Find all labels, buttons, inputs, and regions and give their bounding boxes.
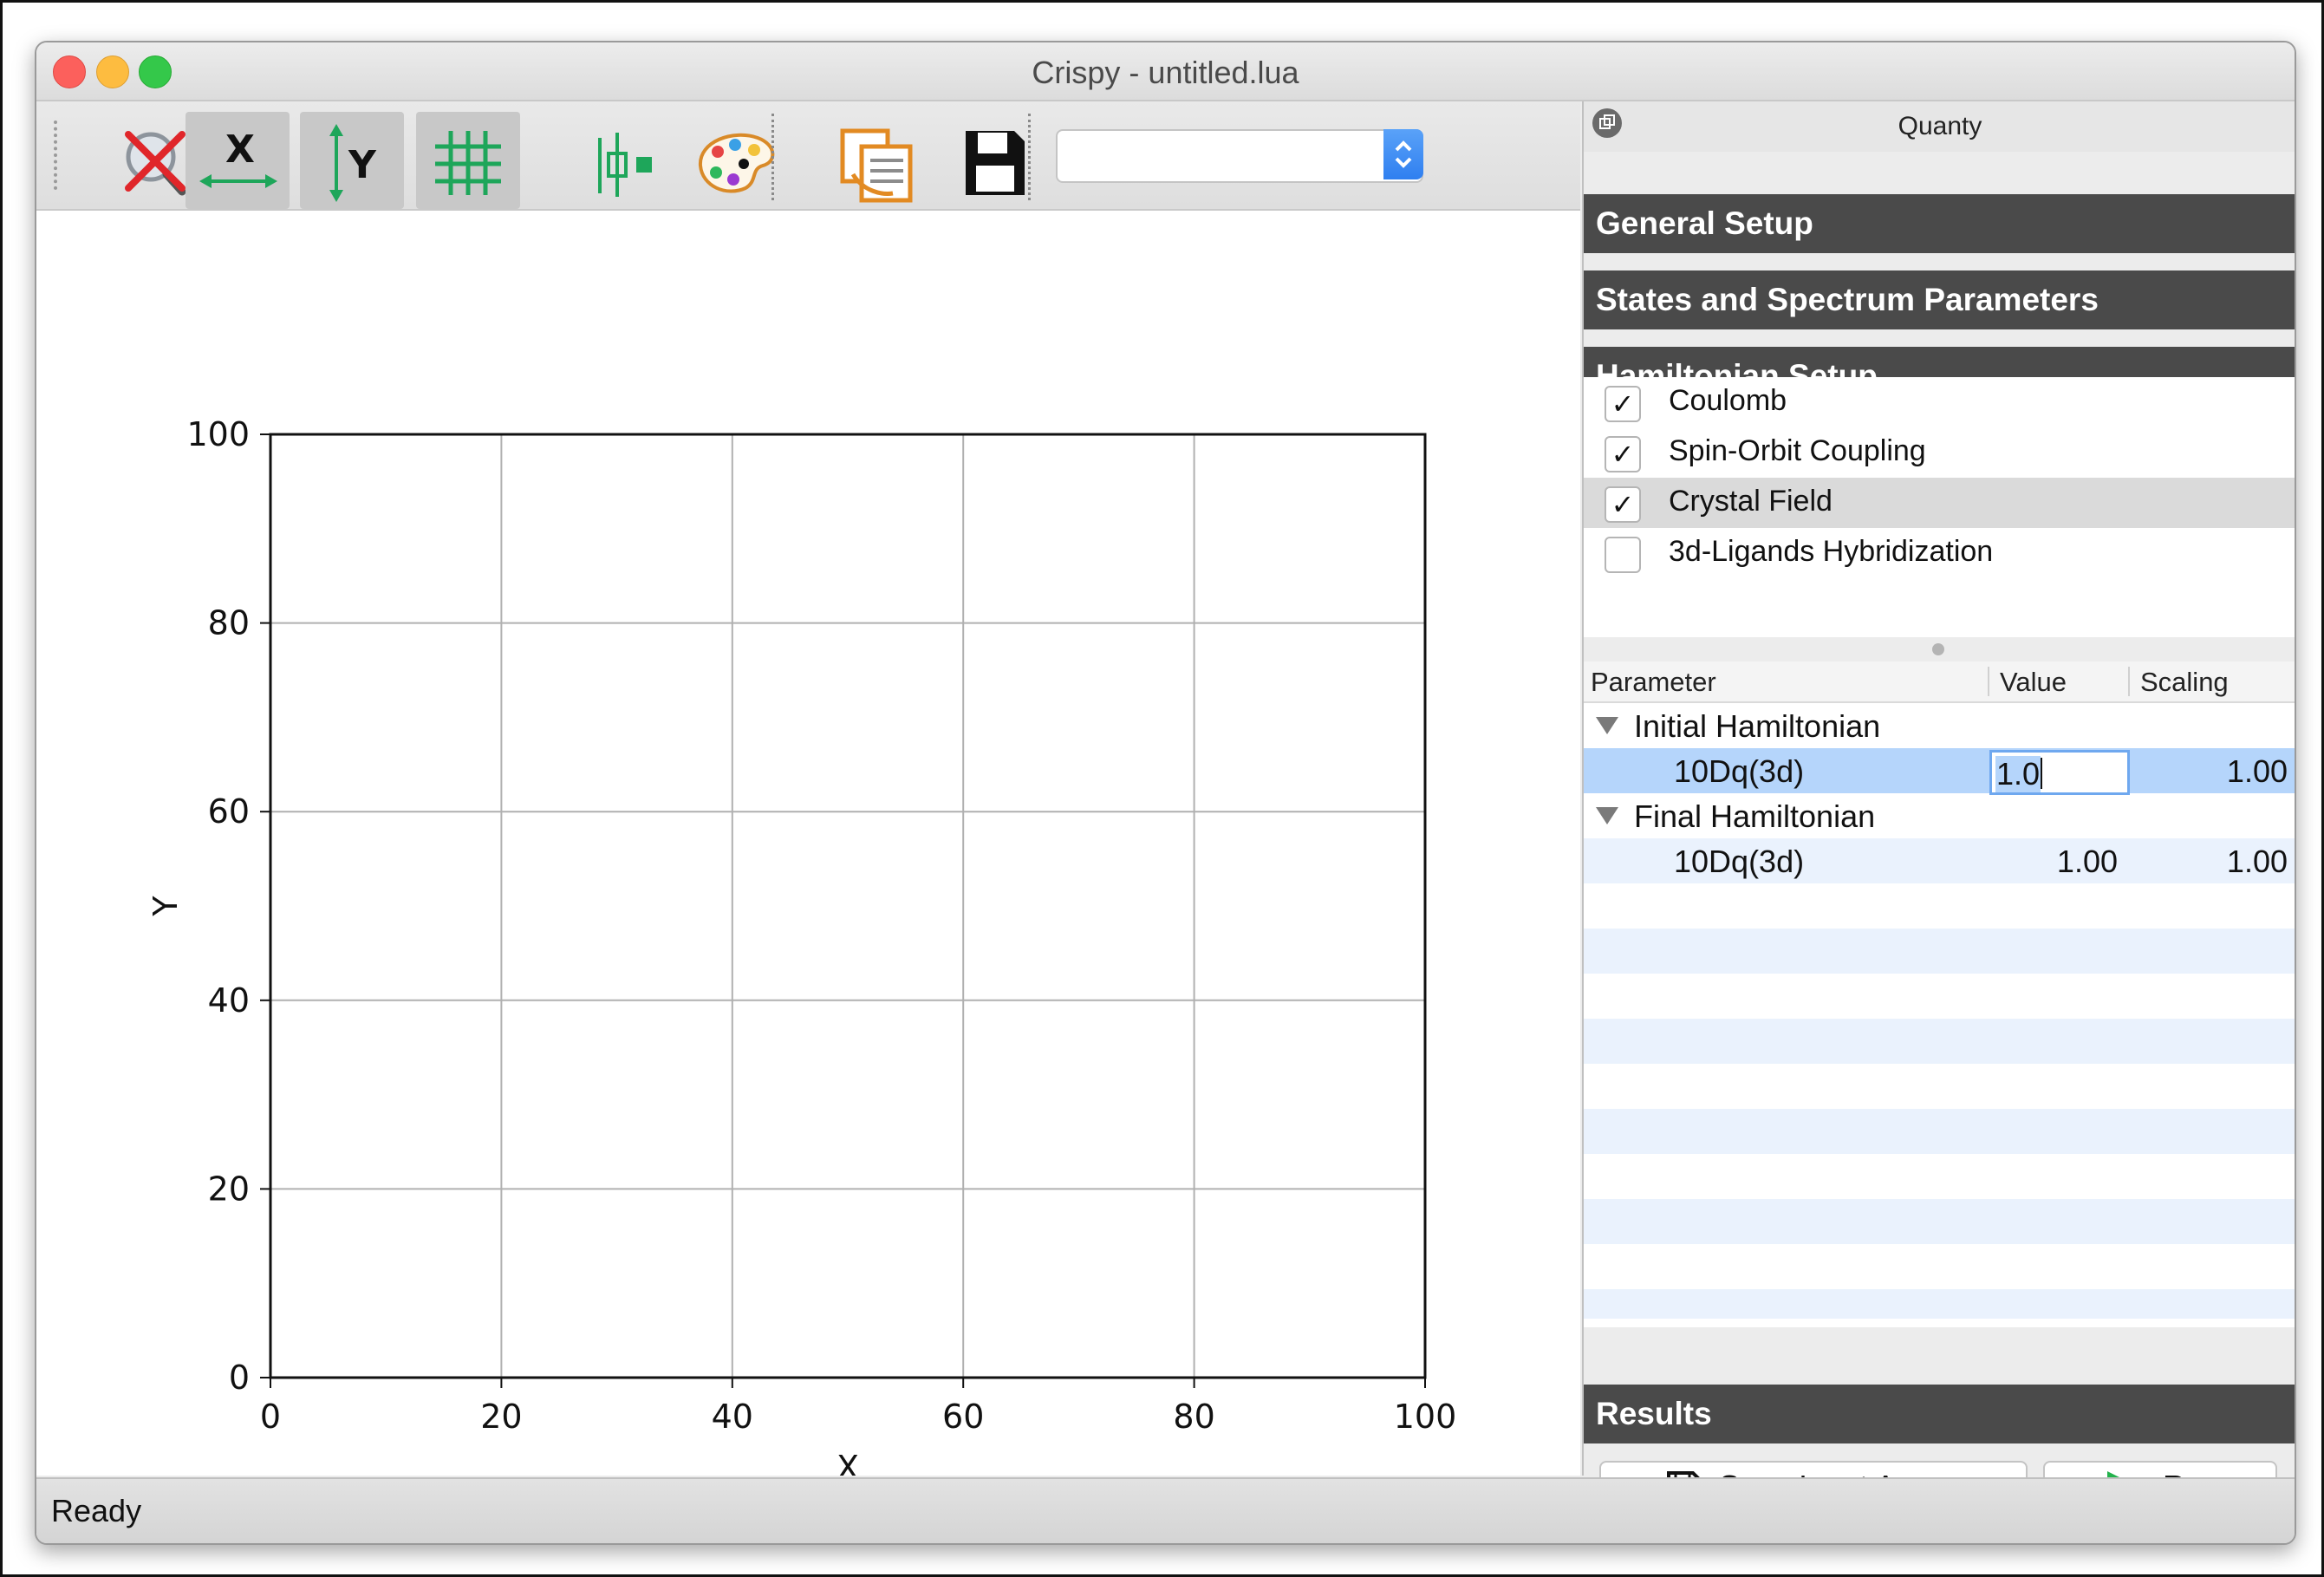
- plot-toolbar: X Y: [36, 101, 1580, 211]
- tree-header: Parameter Value Scaling: [1584, 661, 2295, 703]
- term-label: Spin-Orbit Coupling: [1669, 434, 1926, 467]
- x-tick-label: 100: [1394, 1398, 1457, 1436]
- empty-row: [1584, 1199, 2295, 1244]
- param-scaling[interactable]: 1.00: [2227, 844, 2288, 880]
- y-tick-label: 0: [229, 1359, 250, 1397]
- plot-pane: X Y 0 20 40 60 80 100 0 20 40 60 80 100 …: [36, 101, 1580, 1535]
- term-item-crystal-field[interactable]: ✓ Crystal Field: [1584, 478, 2295, 528]
- y-tick-label: 60: [208, 792, 250, 831]
- toolbar-separator: [1028, 114, 1031, 200]
- curve-style-icon: [598, 133, 652, 197]
- y-tick-label: 20: [208, 1170, 250, 1208]
- grid-icon: [435, 131, 501, 195]
- crystal-field-checkbox[interactable]: ✓: [1605, 486, 1641, 523]
- empty-row: [1584, 1109, 2295, 1154]
- empty-row: [1584, 1019, 2295, 1064]
- x-tick-label: 40: [712, 1398, 753, 1436]
- param-name: 10Dq(3d): [1674, 753, 1805, 789]
- x-axis-icon: X: [199, 127, 277, 188]
- window-title: Crispy - untitled.lua: [1032, 55, 1299, 90]
- dock-title: Quanty: [1898, 112, 1982, 140]
- term-label: Crystal Field: [1669, 485, 1833, 518]
- term-item-spin-orbit[interactable]: ✓ Spin-Orbit Coupling: [1584, 427, 2295, 478]
- param-scaling[interactable]: 1.00: [2227, 753, 2288, 790]
- general-setup-header[interactable]: General Setup: [1584, 194, 2295, 253]
- plot-selector-combo[interactable]: [1056, 129, 1423, 183]
- spin-orbit-checkbox[interactable]: ✓: [1605, 436, 1641, 472]
- plot-canvas[interactable]: 0 20 40 60 80 100 0 20 40 60 80 100 X Y: [36, 211, 1580, 1487]
- y-tick-label: 100: [186, 415, 250, 453]
- y-axis-label: Y: [146, 896, 185, 917]
- tree-group-row[interactable]: Final Hamiltonian: [1584, 793, 2295, 838]
- x-tick-label: 80: [1173, 1398, 1214, 1436]
- copy-icon: [840, 128, 913, 203]
- term-label: 3d-Ligands Hybridization: [1669, 535, 1994, 568]
- coulomb-checkbox[interactable]: ✓: [1605, 386, 1641, 422]
- toolbar-grip[interactable]: [54, 121, 57, 190]
- column-divider: [1988, 667, 1989, 696]
- tree-group-row[interactable]: Initial Hamiltonian: [1584, 703, 2295, 748]
- empty-row: [1584, 929, 2295, 974]
- hamiltonian-terms-list: ✓ Coulomb ✓ Spin-Orbit Coupling ✓ Crysta…: [1584, 377, 2295, 637]
- copy-button[interactable]: [822, 112, 926, 209]
- term-item-coulomb[interactable]: ✓ Coulomb: [1584, 377, 2295, 427]
- group-label: Final Hamiltonian: [1634, 798, 1876, 834]
- x-tick-label: 60: [942, 1398, 984, 1436]
- x-tick-label: 0: [260, 1398, 281, 1436]
- title-bar[interactable]: Crispy - untitled.lua: [36, 42, 2295, 101]
- value-edit-text: 1.0: [1995, 756, 2041, 792]
- status-text: Ready: [51, 1493, 142, 1528]
- chart-svg[interactable]: 0 20 40 60 80 100 0 20 40 60 80 100 X Y: [36, 211, 1580, 1487]
- expand-triangle-icon[interactable]: [1596, 717, 1618, 734]
- screenshot-frame: Crispy - untitled.lua X Y 0 20 40 60 80 …: [0, 0, 2324, 1577]
- quanty-dock: Quanty General Setup States and Spectrum…: [1582, 101, 2295, 1513]
- combo-arrows-icon[interactable]: [1383, 129, 1423, 179]
- group-label: Initial Hamiltonian: [1634, 708, 1881, 744]
- column-divider: [2128, 667, 2130, 696]
- y-axis-icon: Y: [329, 124, 377, 202]
- parameters-tree[interactable]: Parameter Value Scaling Initial Hamilton…: [1584, 661, 2295, 1327]
- x-axis-autoscale-button[interactable]: X: [186, 112, 290, 209]
- term-item-ligands-hybridization[interactable]: 3d-Ligands Hybridization: [1584, 528, 2295, 578]
- grid-toggle-button[interactable]: [416, 112, 520, 209]
- x-tick-label: 20: [480, 1398, 522, 1436]
- ligands-hybridization-checkbox[interactable]: [1605, 537, 1641, 573]
- curve-style-button[interactable]: [570, 112, 674, 209]
- term-label: Coulomb: [1669, 384, 1787, 417]
- value-edit-field[interactable]: 1.0: [1989, 750, 2130, 795]
- splitter-handle-icon[interactable]: [1932, 643, 1944, 655]
- tree-param-row[interactable]: 10Dq(3d) 1.00 1.00: [1584, 838, 2295, 883]
- states-spectrum-header[interactable]: States and Spectrum Parameters: [1584, 270, 2295, 329]
- status-bar: Ready: [36, 1477, 2295, 1543]
- app-window: Crispy - untitled.lua X Y 0 20 40 60 80 …: [35, 41, 2296, 1545]
- y-tick-label: 80: [208, 604, 250, 642]
- scaling-column-header[interactable]: Scaling: [2140, 667, 2229, 698]
- tree-param-row[interactable]: 10Dq(3d) 1.0 1.00: [1584, 748, 2295, 795]
- empty-row: [1584, 1289, 2295, 1319]
- x-axis-label: X: [837, 1449, 859, 1476]
- param-name: 10Dq(3d): [1674, 844, 1805, 879]
- text-caret: [2041, 758, 2042, 789]
- toolbar-separator: [771, 114, 774, 200]
- dock-splitter[interactable]: [1584, 639, 2295, 661]
- value-column-header[interactable]: Value: [2000, 667, 2067, 698]
- y-axis-autoscale-button[interactable]: Y: [300, 112, 404, 209]
- dock-title-bar[interactable]: Quanty: [1584, 101, 2295, 152]
- param-value[interactable]: 1.00: [2057, 844, 2118, 880]
- parameter-column-header[interactable]: Parameter: [1591, 667, 1716, 698]
- svg-text:X: X: [225, 127, 255, 172]
- svg-text:Y: Y: [348, 143, 377, 187]
- expand-triangle-icon[interactable]: [1596, 807, 1618, 824]
- y-tick-label: 40: [208, 981, 250, 1020]
- results-header[interactable]: Results: [1584, 1385, 2295, 1443]
- plot-axes-frame: [269, 433, 1427, 1379]
